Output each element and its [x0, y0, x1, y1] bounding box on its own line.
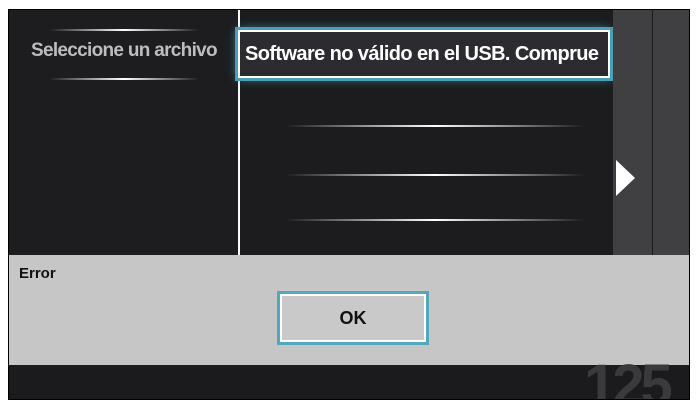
divider-bottom [49, 78, 199, 80]
error-dialog: Error OK [9, 255, 689, 365]
selected-file-item[interactable]: Software no válido en el USB. Comprue [238, 30, 610, 78]
empty-list-item-line [285, 219, 585, 221]
empty-list-item-line [285, 125, 585, 127]
empty-list-item-line [285, 174, 585, 176]
dialog-title: Error [19, 265, 56, 282]
ok-button[interactable]: OK [280, 294, 426, 342]
triangle-right-icon[interactable] [616, 160, 635, 196]
bottom-bar: 125 [9, 357, 689, 399]
left-panel-title: Seleccione un archivo [31, 40, 218, 61]
left-panel: Seleccione un archivo [9, 10, 238, 255]
tv-screen: Seleccione un archivo Software no válido… [8, 9, 690, 400]
selected-file-label: Software no válido en el USB. Comprue [245, 43, 599, 65]
channel-digits: 125 [584, 353, 673, 400]
divider-top [49, 29, 199, 31]
